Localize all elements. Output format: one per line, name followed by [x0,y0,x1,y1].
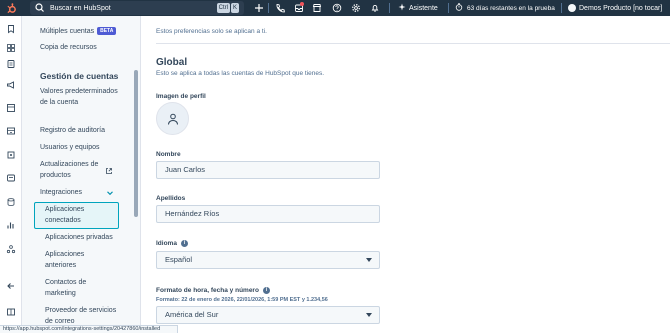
sidebar-item-integrations[interactable]: Integraciones [40,188,82,199]
last-name-field[interactable]: Hernández Ríos [156,205,380,223]
service-icon[interactable] [5,172,17,184]
bell-icon[interactable] [369,2,381,14]
sidebar-section-title: Gestión de cuentas [40,71,119,81]
data-management-icon[interactable] [5,196,17,208]
assistant-button[interactable]: Asistente [398,1,438,15]
account-avatar-icon [568,4,576,12]
caret-down-icon [366,258,372,262]
search-shortcut: Ctrl K [216,3,239,13]
chevron-down-icon[interactable] [106,189,114,197]
notifications-inbox-icon[interactable] [293,2,305,14]
automation-icon[interactable] [5,149,17,161]
trial-status-button[interactable]: 63 días restantes en la prueba [455,1,555,15]
sidebar-item-email-service-provider[interactable]: Proveedor de servicios de correo [45,306,125,327]
marketing-icon[interactable] [5,79,17,91]
sidebar-item-marketing-contacts[interactable]: Contactos de marketing [45,278,100,299]
language-value: Español [165,255,193,264]
info-icon[interactable]: i [180,240,188,247]
profile-avatar[interactable] [156,102,189,135]
content-icon[interactable] [5,102,17,114]
sidebar-item-legacy-apps[interactable]: Aplicaciones anteriores [45,250,100,271]
section-divider [156,43,670,44]
sidebar-item-audit-log[interactable]: Registro de auditoría [40,126,105,137]
sidebar-item-resource-copy[interactable]: Copia de recursos [40,43,97,54]
region-format-select[interactable]: América del Sur [156,306,380,324]
profile-image-label: Imagen de perfil [156,93,206,100]
assistant-label: Asistente [409,4,438,12]
toolbar-divider [389,3,390,13]
info-icon[interactable]: i [262,287,270,294]
format-label: Formato de hora, fecha y número i [156,287,270,294]
shortcut-key-ctrl: Ctrl [216,3,230,13]
status-bar-url: https://app.hubspot.com/integrations-set… [0,325,178,333]
sidebar-item-private-apps[interactable]: Aplicaciones privadas [45,233,113,244]
contacts-icon[interactable] [5,58,17,70]
grid-icon[interactable] [5,42,17,54]
sidebar-item-label: Múltiples cuentas [40,28,95,36]
profile-preferences-panel: Estos preferencias solo se aplican a ti.… [142,16,670,333]
format-label-text: Formato de hora, fecha y número [156,287,259,295]
sidebar-item-multiple-accounts[interactable]: Múltiples cuentas BETA [40,26,117,38]
first-name-field[interactable]: Juan Carlos [156,161,380,179]
split-screen-icon[interactable] [5,306,17,318]
sidebar-item-product-updates[interactable]: Actualizaciones de productos [40,160,110,181]
account-menu[interactable]: Demos Producto [no tocar] [568,1,662,15]
language-label-text: Idioma [156,240,177,248]
help-icon[interactable] [331,2,343,14]
search-placeholder: Buscar en HubSpot [50,4,111,12]
timer-icon [455,3,463,13]
main-navigation-rail [0,16,22,333]
sidebar-item-connected-apps[interactable]: Aplicaciones conectados [45,205,115,226]
hubspot-logo-icon[interactable] [0,0,22,16]
sidebar-scrollbar[interactable] [134,70,138,217]
sales-icon[interactable] [5,243,17,255]
settings-gear-icon[interactable] [350,2,362,14]
commerce-icon[interactable] [5,125,17,137]
external-link-icon [106,168,112,174]
language-label: Idioma i [156,240,188,247]
reporting-icon[interactable] [5,219,17,231]
bookmark-icon[interactable] [5,23,17,35]
sidebar-item-users-teams[interactable]: Usuarios y equipos [40,143,100,154]
sidebar-item-label: Copia de recursos [40,44,97,51]
phone-icon[interactable] [274,2,286,14]
toolbar-divider [268,3,269,13]
preferences-intro: Estos preferencias solo se aplican a ti. [156,28,267,35]
region-value: América del Sur [165,310,219,319]
sparkle-icon [398,3,406,13]
caret-down-icon [366,313,372,317]
language-select[interactable]: Español [156,251,380,269]
settings-sidebar: Múltiples cuentas BETA Copia de recursos … [22,16,141,333]
shortcut-key-k: K [230,3,239,13]
trial-days-text: 63 días restantes en la prueba [467,4,555,12]
format-hint: Formato: 22 de enero de 2026, 22/01/2026… [156,297,328,303]
user-icon [167,113,178,125]
toolbar-divider [561,3,562,13]
add-icon[interactable] [253,2,265,14]
sidebar-item-account-defaults[interactable]: Valores predeterminados de la cuenta [40,87,126,108]
first-name-label: Nombre [156,151,181,158]
account-name: Demos Producto [no tocar] [579,4,663,12]
toolbar-divider [448,3,449,13]
collapse-arrow-icon[interactable] [5,280,17,292]
last-name-label: Apellidos [156,195,186,202]
search-input[interactable]: Buscar en HubSpot Ctrl K [30,1,244,15]
search-icon [33,1,47,15]
global-section-description: Esto se aplica a todas las cuentas de Hu… [156,70,325,77]
top-navigation-bar: Buscar en HubSpot Ctrl K Asistente 63 dí… [0,0,670,16]
global-section-title: Global [156,57,188,68]
marketplace-icon[interactable] [311,2,323,14]
beta-badge: BETA [97,27,117,35]
notification-dot [300,2,304,6]
